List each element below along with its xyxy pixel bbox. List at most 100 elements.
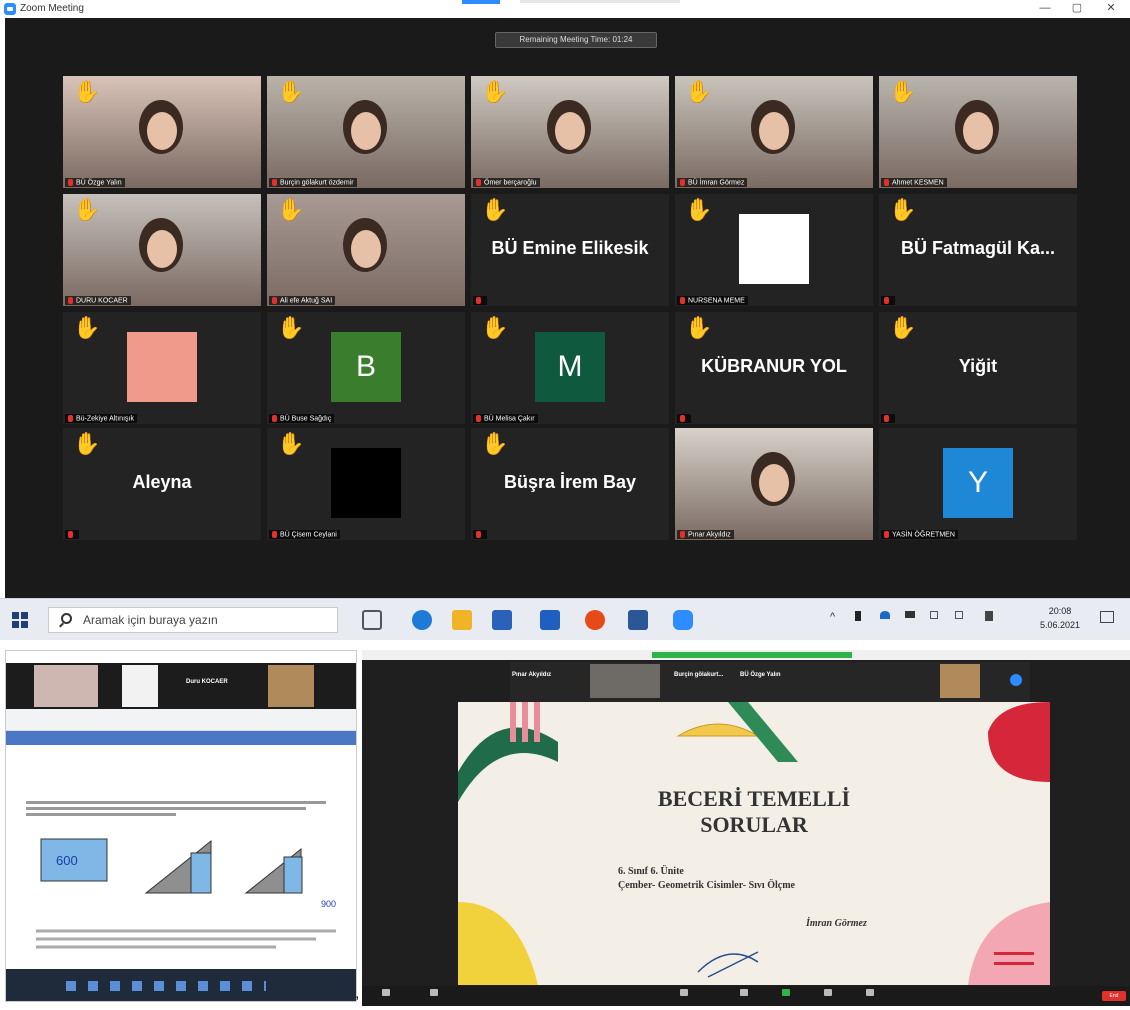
participant-name-tag <box>677 413 691 423</box>
participant-tile[interactable]: ✋ BÜ Özge Yalın <box>63 76 261 188</box>
participant-tile[interactable]: B ✋ BÜ Buse Sağdıç <box>267 312 465 424</box>
raised-hand-icon: ✋ <box>481 79 509 104</box>
chat-icon[interactable] <box>740 989 748 996</box>
person-face <box>555 112 585 150</box>
view-tab-track <box>520 0 680 3</box>
raised-hand-icon: ✋ <box>685 79 713 104</box>
participant-tile[interactable]: Aleyna ✋ <box>63 428 261 540</box>
maximize-button[interactable]: ▢ <box>1062 0 1092 17</box>
participant-tile[interactable]: ✋ Burçin gölakurt özdemir <box>267 76 465 188</box>
protractor-shape <box>676 723 760 737</box>
profile-avatar <box>739 214 809 284</box>
windows-start-icon[interactable] <box>12 612 28 628</box>
muted-mic-icon <box>68 530 73 538</box>
participant-tile[interactable]: M ✋ BÜ Melisa Çakır <box>471 312 669 424</box>
strip-video-thumb <box>268 665 314 707</box>
share-indicator-icon[interactable] <box>1010 674 1022 686</box>
participant-tile[interactable]: ✋ DURU KOCAER <box>63 194 261 306</box>
taskbar-icons-row <box>66 981 266 991</box>
participant-name: BÜ Buse Sağdıç <box>280 415 332 422</box>
raised-hand-icon: ✋ <box>277 79 305 104</box>
embedded-taskbar <box>6 969 356 1001</box>
participant-name-tag: Ahmet KESMEN <box>881 177 947 187</box>
muted-mic-icon <box>68 178 73 186</box>
participant-tile[interactable]: KÜBRANUR YOL ✋ <box>675 312 873 424</box>
l-app-icon[interactable] <box>540 610 560 630</box>
tray-battery-icon[interactable] <box>905 611 915 618</box>
tray-volume-icon[interactable] <box>955 611 963 619</box>
tray-pen-icon[interactable] <box>985 611 993 621</box>
slide-topics: Çember- Geometrik Cisimler- Sıvı Ölçme <box>618 880 795 891</box>
muted-mic-icon <box>884 296 889 304</box>
raised-hand-icon: ✋ <box>73 79 101 104</box>
participant-name: DURU KOCAER <box>76 297 128 304</box>
participant-name-tag: DURU KOCAER <box>65 295 131 305</box>
minimize-button[interactable]: — <box>1030 0 1060 17</box>
participant-name-tag: BÜ Çisem Ceylani <box>269 529 340 539</box>
zoom-taskbar-icon[interactable] <box>673 610 693 630</box>
taskbar-clock[interactable]: 20:08 5.06.2021 <box>1030 604 1090 632</box>
view-tab-indicator[interactable] <box>462 0 500 4</box>
participant-tile[interactable]: ✋ NURSENA MEME <box>675 194 873 306</box>
reactions-icon[interactable] <box>866 989 874 996</box>
pink-stripe <box>510 702 516 742</box>
participant-tile[interactable]: Büşra İrem Bay ✋ <box>471 428 669 540</box>
edge-browser-icon[interactable] <box>412 610 432 630</box>
raised-hand-icon: ✋ <box>481 315 509 340</box>
tray-network-icon[interactable] <box>930 611 938 619</box>
raised-hand-icon: ✋ <box>685 315 713 340</box>
strip-video-thumb <box>34 665 98 707</box>
separator: , <box>355 985 360 1002</box>
participant-display-name: Yiğit <box>958 356 998 376</box>
participant-tile[interactable]: Yiğit ✋ <box>879 312 1077 424</box>
participant-name-tag: BÜ Melisa Çakır <box>473 413 538 423</box>
participants-icon[interactable] <box>680 989 688 996</box>
profile-avatar: B <box>331 332 401 402</box>
participant-tile[interactable]: ✋ Ahmet KESMEN <box>879 76 1077 188</box>
person-face <box>351 112 381 150</box>
end-meeting-button[interactable]: End <box>1102 991 1126 1001</box>
chrome-icon[interactable] <box>585 610 605 630</box>
participant-tile[interactable]: BÜ Fatmagül Ka... ✋ <box>879 194 1077 306</box>
handwritten-note: 900 <box>321 899 336 909</box>
task-view-icon[interactable] <box>362 610 382 630</box>
profile-avatar <box>127 332 197 402</box>
video-icon[interactable] <box>430 989 438 996</box>
participant-tile[interactable]: ✋ BÜ Çisem Ceylani <box>267 428 465 540</box>
question-text-line <box>26 813 176 816</box>
file-explorer-icon[interactable] <box>452 610 472 630</box>
close-button[interactable]: ✕ <box>1096 0 1126 17</box>
tray-usb-icon[interactable] <box>855 611 861 621</box>
red-corner-shape <box>988 702 1050 782</box>
participant-tile[interactable]: ✋ Ömer berçaroğlu <box>471 76 669 188</box>
participant-display-name: BÜ Fatmagül Ka... <box>900 238 1056 258</box>
muted-mic-icon <box>884 178 889 186</box>
participant-display-name: Aleyna <box>132 472 192 492</box>
participant-tile[interactable]: BÜ Emine Elikesik ✋ <box>471 194 669 306</box>
participant-strip: Duru KOCAER <box>6 663 356 709</box>
muted-mic-icon <box>476 296 481 304</box>
participant-tile[interactable]: ✋ Bü-Zekiye Altınışık <box>63 312 261 424</box>
participant-tile[interactable]: Y YASİN ÖĞRETMEN <box>879 428 1077 540</box>
share-screen-icon[interactable] <box>782 989 790 996</box>
strip-name: Pınar Akyıldız <box>512 672 552 678</box>
participant-tile[interactable]: ✋ Ali efe Aktuğ SAI <box>267 194 465 306</box>
participant-tile[interactable]: ✋ BÜ İmran Görmez <box>675 76 873 188</box>
browser-address-bar[interactable] <box>6 709 356 731</box>
taskbar-search-input[interactable]: Aramak için buraya yazın <box>48 607 338 633</box>
search-placeholder: Aramak için buraya yazın <box>83 613 218 627</box>
pink-stripe <box>534 702 540 742</box>
record-icon[interactable] <box>824 989 832 996</box>
raised-hand-icon: ✋ <box>889 197 917 222</box>
participant-tile[interactable]: Pınar Akyıldız <box>675 428 873 540</box>
notification-icon[interactable] <box>1100 611 1114 623</box>
mail-icon[interactable] <box>492 610 512 630</box>
tray-chevron-icon[interactable]: ^ <box>830 611 835 623</box>
muted-mic-icon <box>272 414 277 422</box>
participant-name-tag: Ömer berçaroğlu <box>473 177 540 187</box>
tray-cloud-icon[interactable] <box>880 611 890 619</box>
photos-icon[interactable] <box>628 610 648 630</box>
mute-icon[interactable] <box>382 989 390 996</box>
participant-name-tag <box>881 295 895 305</box>
remaining-time-badge: Remaining Meeting Time: 01:24 <box>495 32 657 48</box>
